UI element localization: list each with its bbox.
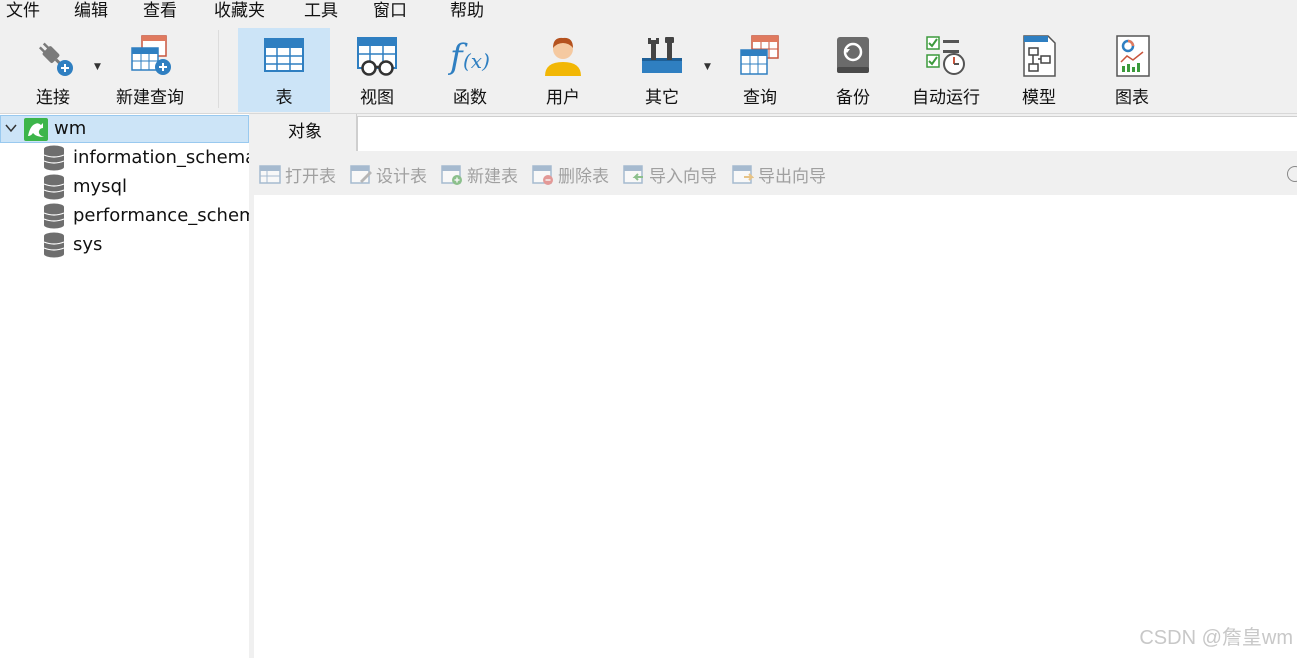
query-label: 查询 — [743, 88, 777, 108]
tree-database-item[interactable]: information_schema — [0, 144, 249, 172]
import-icon — [623, 165, 643, 184]
automation-icon — [924, 34, 968, 78]
menu-bar: 文件 编辑 查看 收藏夹 工具 窗口 帮助 — [0, 0, 1297, 24]
chevron-down-icon[interactable] — [5, 122, 17, 134]
navicat-window: 文件 编辑 查看 收藏夹 工具 窗口 帮助 连接 ▼ 新建查询 表 视图 f (… — [0, 0, 1297, 658]
model-icon — [1017, 34, 1061, 78]
other-button[interactable]: 其它 — [618, 28, 706, 112]
tab-bar-empty-area — [357, 116, 1297, 151]
model-label: 模型 — [1022, 88, 1056, 108]
export-icon — [732, 165, 754, 184]
tree-database-item[interactable]: mysql — [0, 173, 249, 201]
chart-button[interactable]: 图表 — [1088, 28, 1176, 112]
connect-button[interactable]: 连接 — [14, 28, 92, 112]
new-query-icon — [128, 34, 172, 78]
new-table-button[interactable]: 新建表 — [441, 161, 518, 187]
backup-button[interactable]: 备份 — [810, 28, 896, 112]
view-label: 视图 — [360, 88, 394, 108]
import-wizard-label: 导入向导 — [649, 166, 717, 187]
new-table-label: 新建表 — [467, 166, 518, 187]
table-label: 表 — [275, 88, 293, 108]
export-wizard-button[interactable]: 导出向导 — [732, 161, 826, 187]
open-table-label: 打开表 — [285, 166, 336, 187]
delete-table-icon — [532, 165, 553, 185]
database-name: sys — [73, 234, 103, 255]
menu-file[interactable]: 文件 — [6, 0, 40, 24]
menu-tools[interactable]: 工具 — [304, 0, 338, 24]
menu-view[interactable]: 查看 — [143, 0, 177, 24]
new-table-icon — [441, 165, 462, 185]
menu-favorites[interactable]: 收藏夹 — [214, 0, 265, 24]
view-icon — [355, 34, 399, 78]
other-dropdown-icon[interactable]: ▼ — [704, 62, 711, 72]
other-label: 其它 — [645, 88, 679, 108]
tree-connection-wm[interactable]: wm — [0, 115, 249, 143]
database-icon — [43, 174, 65, 200]
mysql-connection-icon — [24, 118, 48, 141]
database-name: information_schema — [73, 147, 249, 168]
tools-icon — [640, 34, 684, 78]
watermark-text: CSDN @詹皇wm — [1139, 627, 1293, 649]
user-label: 用户 — [546, 88, 580, 108]
menu-edit[interactable]: 编辑 — [74, 0, 108, 24]
database-name: mysql — [73, 176, 127, 197]
export-wizard-label: 导出向导 — [758, 166, 826, 187]
design-table-button[interactable]: 设计表 — [350, 161, 427, 187]
plug-icon — [31, 34, 75, 78]
tab-bar: 对象 — [254, 114, 1297, 151]
table-button[interactable]: 表 — [238, 28, 330, 112]
object-toolbar: 打开表 设计表 新建表 删除表 导入向导 导出向导 — [254, 151, 1297, 195]
connect-label: 连接 — [36, 88, 70, 108]
delete-table-label: 删除表 — [558, 166, 609, 187]
svg-text:(x): (x) — [463, 49, 490, 73]
model-button[interactable]: 模型 — [996, 28, 1082, 112]
open-table-icon — [259, 165, 281, 184]
function-button[interactable]: f (x) 函数 — [426, 28, 514, 112]
toolbar-separator — [218, 30, 219, 108]
tree-database-item[interactable]: performance_schema — [0, 202, 249, 230]
table-icon — [262, 34, 306, 78]
chart-label: 图表 — [1115, 88, 1149, 108]
design-table-icon — [350, 165, 372, 184]
backup-icon — [831, 34, 875, 78]
automation-label: 自动运行 — [912, 88, 980, 108]
connect-dropdown-icon[interactable]: ▼ — [94, 62, 101, 72]
function-icon: f (x) — [447, 34, 492, 78]
backup-label: 备份 — [836, 88, 870, 108]
new-query-label: 新建查询 — [116, 88, 184, 108]
automation-button[interactable]: 自动运行 — [902, 28, 990, 112]
database-icon — [43, 145, 65, 171]
import-wizard-button[interactable]: 导入向导 — [623, 161, 717, 187]
connection-name: wm — [54, 118, 87, 139]
user-button[interactable]: 用户 — [518, 28, 608, 112]
main-toolbar: 连接 ▼ 新建查询 表 视图 f (x) 函数 用户 其它 ▼ 查询 备份 自动… — [0, 24, 1297, 114]
chart-icon — [1110, 34, 1154, 78]
view-button[interactable]: 视图 — [332, 28, 422, 112]
function-label: 函数 — [453, 88, 487, 108]
tree-database-item[interactable]: sys — [0, 231, 249, 259]
new-query-button[interactable]: 新建查询 — [108, 28, 192, 112]
database-icon — [43, 203, 65, 229]
database-name: performance_schema — [73, 205, 249, 226]
query-button[interactable]: 查询 — [718, 28, 802, 112]
user-icon — [541, 34, 585, 78]
query-icon — [738, 34, 782, 78]
search-icon[interactable] — [1287, 166, 1297, 182]
object-list-area[interactable]: CSDN @詹皇wm — [254, 195, 1297, 658]
menu-help[interactable]: 帮助 — [450, 0, 484, 24]
delete-table-button[interactable]: 删除表 — [532, 161, 609, 187]
tab-objects[interactable]: 对象 — [254, 114, 357, 151]
menu-window[interactable]: 窗口 — [373, 0, 407, 24]
database-icon — [43, 232, 65, 258]
open-table-button[interactable]: 打开表 — [259, 161, 336, 187]
navigation-tree: wm information_schema mysql performance_… — [0, 114, 249, 658]
design-table-label: 设计表 — [376, 166, 427, 187]
